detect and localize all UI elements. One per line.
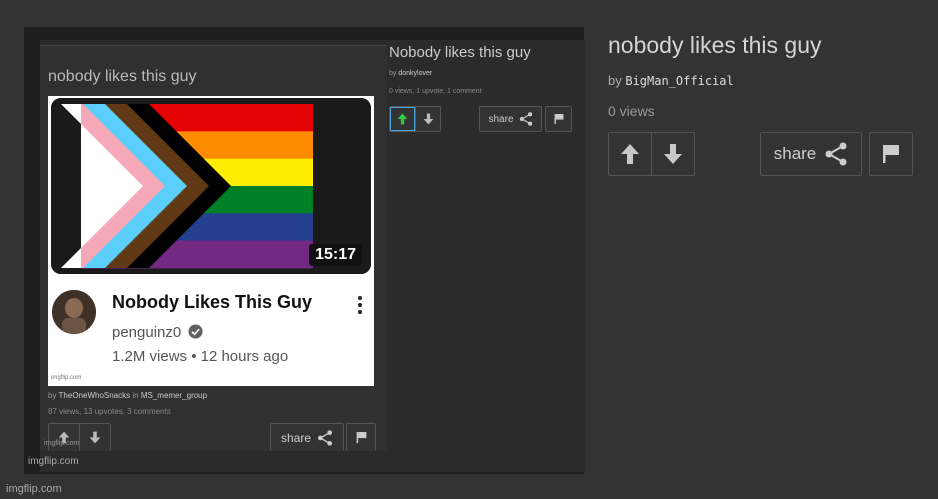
flag-icon <box>356 432 366 443</box>
channel-avatar[interactable] <box>52 290 96 334</box>
post-title: nobody likes this guy <box>608 32 822 58</box>
verified-check-icon <box>188 324 203 339</box>
watermark: imgflip.com <box>28 456 79 467</box>
arrow-down-icon <box>89 431 101 444</box>
author-link[interactable]: BigMan_Official <box>625 74 733 88</box>
downvote-button[interactable] <box>651 133 694 175</box>
watermark: imgflip.com <box>51 375 82 381</box>
share-label: share <box>773 144 817 163</box>
flag-button[interactable] <box>346 423 376 451</box>
share-icon <box>318 429 333 446</box>
channel-name[interactable]: penguinz0 <box>112 324 181 341</box>
arrow-up-icon <box>621 144 639 164</box>
downvote-button[interactable] <box>415 107 440 131</box>
channel-row: penguinz0 <box>112 324 203 341</box>
stream-link[interactable]: MS_memer_group <box>141 391 207 400</box>
upvote-button[interactable] <box>390 107 415 131</box>
share-button[interactable]: share <box>479 106 542 132</box>
arrow-up-icon <box>397 113 408 125</box>
vote-group <box>389 106 441 132</box>
flag-icon <box>554 114 563 124</box>
vote-group <box>608 132 695 176</box>
upvote-button[interactable] <box>609 133 651 175</box>
avatar-image <box>52 290 96 334</box>
post-stats: 87 views, 13 upvotes, 3 comments <box>48 407 171 416</box>
post-byline: by TheOneWhoSnacks in MS_memer_group <box>48 391 207 400</box>
author-link[interactable]: TheOneWhoSnacks <box>59 391 131 400</box>
video-title[interactable]: Nobody Likes This Guy <box>112 292 312 313</box>
view-count: 0 views <box>608 103 655 119</box>
share-label: share <box>280 430 312 445</box>
watermark: imgflip.com <box>44 440 80 447</box>
author-link[interactable]: donkylover <box>398 70 432 77</box>
watermark: imgflip.com <box>6 483 62 495</box>
share-button[interactable]: share <box>760 132 862 176</box>
post-title: Nobody likes this guy <box>389 44 531 61</box>
post-stats: 0 views, 1 upvote, 1 comment <box>389 88 482 95</box>
flag-button[interactable] <box>869 132 913 176</box>
share-button[interactable]: share <box>270 423 344 451</box>
downvote-button[interactable] <box>79 424 110 451</box>
post-byline: by donkylover <box>389 70 432 77</box>
share-icon <box>519 112 532 126</box>
by-label: by <box>608 73 622 88</box>
share-icon <box>825 142 847 166</box>
share-label: share <box>488 113 514 125</box>
by-label: by <box>389 70 397 77</box>
post-title: nobody likes this guy <box>48 68 197 85</box>
flag-button[interactable] <box>545 106 572 132</box>
screenshot-frame: nobody likes this guy by BigMan_Official… <box>0 0 938 499</box>
flag-icon <box>883 145 899 163</box>
in-label: in <box>132 391 139 400</box>
post-byline: by BigMan_Official <box>608 73 734 88</box>
arrow-down-icon <box>423 113 433 125</box>
video-thumbnail[interactable]: 15:17 <box>51 98 371 274</box>
more-options-icon[interactable] <box>358 296 362 317</box>
arrow-down-icon <box>664 144 682 164</box>
video-duration: 15:17 <box>309 244 362 266</box>
by-label: by <box>48 391 57 400</box>
video-meta: 1.2M views • 12 hours ago <box>112 348 289 365</box>
video-card[interactable]: 15:17 Nobody Likes This Guy penguinz0 1.… <box>48 96 374 386</box>
